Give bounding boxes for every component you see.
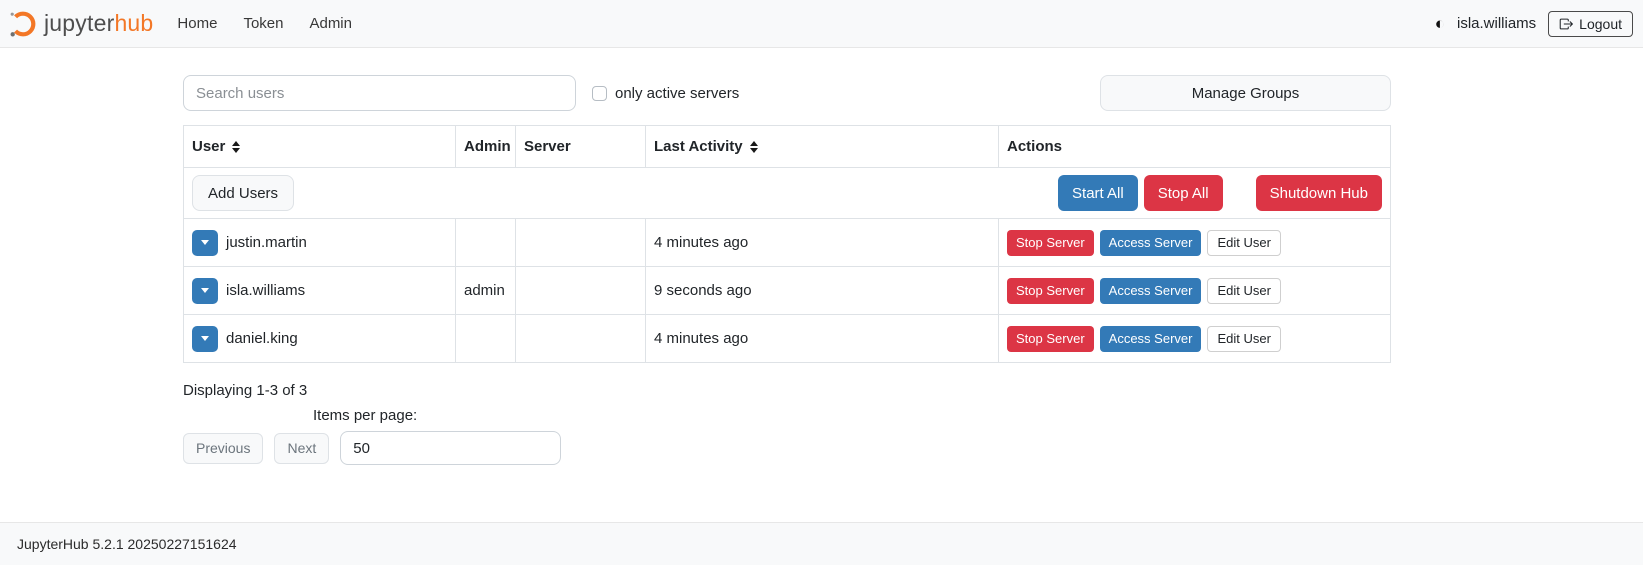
user-dropdown-button[interactable] xyxy=(192,230,218,256)
last-activity-cell: 9 seconds ago xyxy=(646,267,999,314)
edit-user-button[interactable]: Edit User xyxy=(1207,230,1280,256)
header-server: Server xyxy=(516,126,646,167)
version-text: JupyterHub 5.2.1 20250227151624 xyxy=(17,536,237,552)
nav-link-token[interactable]: Token xyxy=(243,15,283,32)
header-last-activity: Last Activity xyxy=(646,126,999,167)
search-input[interactable] xyxy=(183,75,576,111)
bulk-actions-row: Add Users Start All Stop All Shutdown Hu… xyxy=(184,167,1390,218)
admin-cell xyxy=(456,219,516,266)
user-dropdown-button[interactable] xyxy=(192,278,218,304)
header-admin: Admin xyxy=(456,126,516,167)
footer: JupyterHub 5.2.1 20250227151624 xyxy=(0,522,1643,565)
table-header-row: User Admin Server Last Activity Actions xyxy=(184,126,1390,167)
caret-down-icon xyxy=(201,288,209,293)
edit-user-button[interactable]: Edit User xyxy=(1207,326,1280,352)
nav-link-admin[interactable]: Admin xyxy=(309,15,352,32)
server-cell xyxy=(516,267,646,314)
table-row: justin.martin 4 minutes ago Stop Server … xyxy=(184,218,1390,266)
only-active-filter: only active servers xyxy=(592,85,739,102)
table-row: daniel.king 4 minutes ago Stop Server Ac… xyxy=(184,314,1390,362)
actions-cell: Stop Server Access Server Edit User xyxy=(999,267,1390,314)
stop-all-button[interactable]: Stop All xyxy=(1144,175,1223,211)
jupyterhub-logo[interactable]: jupyterhub xyxy=(8,9,153,39)
user-cell: daniel.king xyxy=(184,315,456,362)
sort-icon-last-activity[interactable] xyxy=(750,141,758,153)
only-active-checkbox[interactable] xyxy=(592,86,607,101)
header-actions: Actions xyxy=(999,126,1390,167)
logout-button[interactable]: Logout xyxy=(1548,11,1633,37)
navbar: jupyterhub Home Token Admin ◐ isla.willi… xyxy=(0,0,1643,48)
logout-icon xyxy=(1559,17,1573,31)
edit-user-button[interactable]: Edit User xyxy=(1207,278,1280,304)
user-cell: isla.williams xyxy=(184,267,456,314)
stop-server-button[interactable]: Stop Server xyxy=(1007,278,1094,304)
bulk-actions-right: Start All Stop All Shutdown Hub xyxy=(1058,175,1382,211)
logout-label: Logout xyxy=(1579,16,1622,32)
user-dropdown-button[interactable] xyxy=(192,326,218,352)
actions-cell: Stop Server Access Server Edit User xyxy=(999,315,1390,362)
add-users-button[interactable]: Add Users xyxy=(192,175,294,211)
start-all-button[interactable]: Start All xyxy=(1058,175,1138,211)
admin-panel: only active servers Manage Groups User A… xyxy=(183,48,1391,465)
admin-cell: admin xyxy=(456,267,516,314)
theme-toggle-icon[interactable]: ◐ xyxy=(1435,15,1445,32)
navbar-right: ◐ isla.williams Logout xyxy=(1435,11,1633,37)
user-cell: justin.martin xyxy=(184,219,456,266)
actions-cell: Stop Server Access Server Edit User xyxy=(999,219,1390,266)
nav-links: Home Token Admin xyxy=(177,15,352,32)
current-username: isla.williams xyxy=(1457,15,1536,32)
table-row: isla.williams admin 9 seconds ago Stop S… xyxy=(184,266,1390,314)
user-table: User Admin Server Last Activity Actions … xyxy=(183,125,1391,363)
only-active-label: only active servers xyxy=(615,85,739,102)
display-summary: Displaying 1-3 of 3 xyxy=(183,382,1391,399)
last-activity-cell: 4 minutes ago xyxy=(646,315,999,362)
access-server-button[interactable]: Access Server xyxy=(1100,278,1202,304)
access-server-button[interactable]: Access Server xyxy=(1100,326,1202,352)
header-user: User xyxy=(184,126,456,167)
caret-down-icon xyxy=(201,336,209,341)
access-server-button[interactable]: Access Server xyxy=(1100,230,1202,256)
manage-groups-button[interactable]: Manage Groups xyxy=(1100,75,1391,111)
nav-link-home[interactable]: Home xyxy=(177,15,217,32)
last-activity-cell: 4 minutes ago xyxy=(646,219,999,266)
server-cell xyxy=(516,315,646,362)
shutdown-hub-button[interactable]: Shutdown Hub xyxy=(1256,175,1382,211)
user-name: daniel.king xyxy=(226,330,298,347)
toolbar: only active servers Manage Groups xyxy=(183,75,1391,111)
brand-text: jupyterhub xyxy=(44,10,153,37)
admin-cell xyxy=(456,315,516,362)
server-cell xyxy=(516,219,646,266)
sort-icon-user[interactable] xyxy=(232,141,240,153)
next-page-button[interactable]: Next xyxy=(274,433,329,464)
stop-server-button[interactable]: Stop Server xyxy=(1007,230,1094,256)
user-name: justin.martin xyxy=(226,234,307,251)
jupyter-logo-icon xyxy=(8,9,38,39)
caret-down-icon xyxy=(201,240,209,245)
previous-page-button[interactable]: Previous xyxy=(183,433,263,464)
pagination-controls: Previous Next xyxy=(183,431,1391,465)
stop-server-button[interactable]: Stop Server xyxy=(1007,326,1094,352)
items-per-page-label: Items per page: xyxy=(313,407,1391,424)
user-name: isla.williams xyxy=(226,282,305,299)
items-per-page-input[interactable] xyxy=(340,431,561,465)
